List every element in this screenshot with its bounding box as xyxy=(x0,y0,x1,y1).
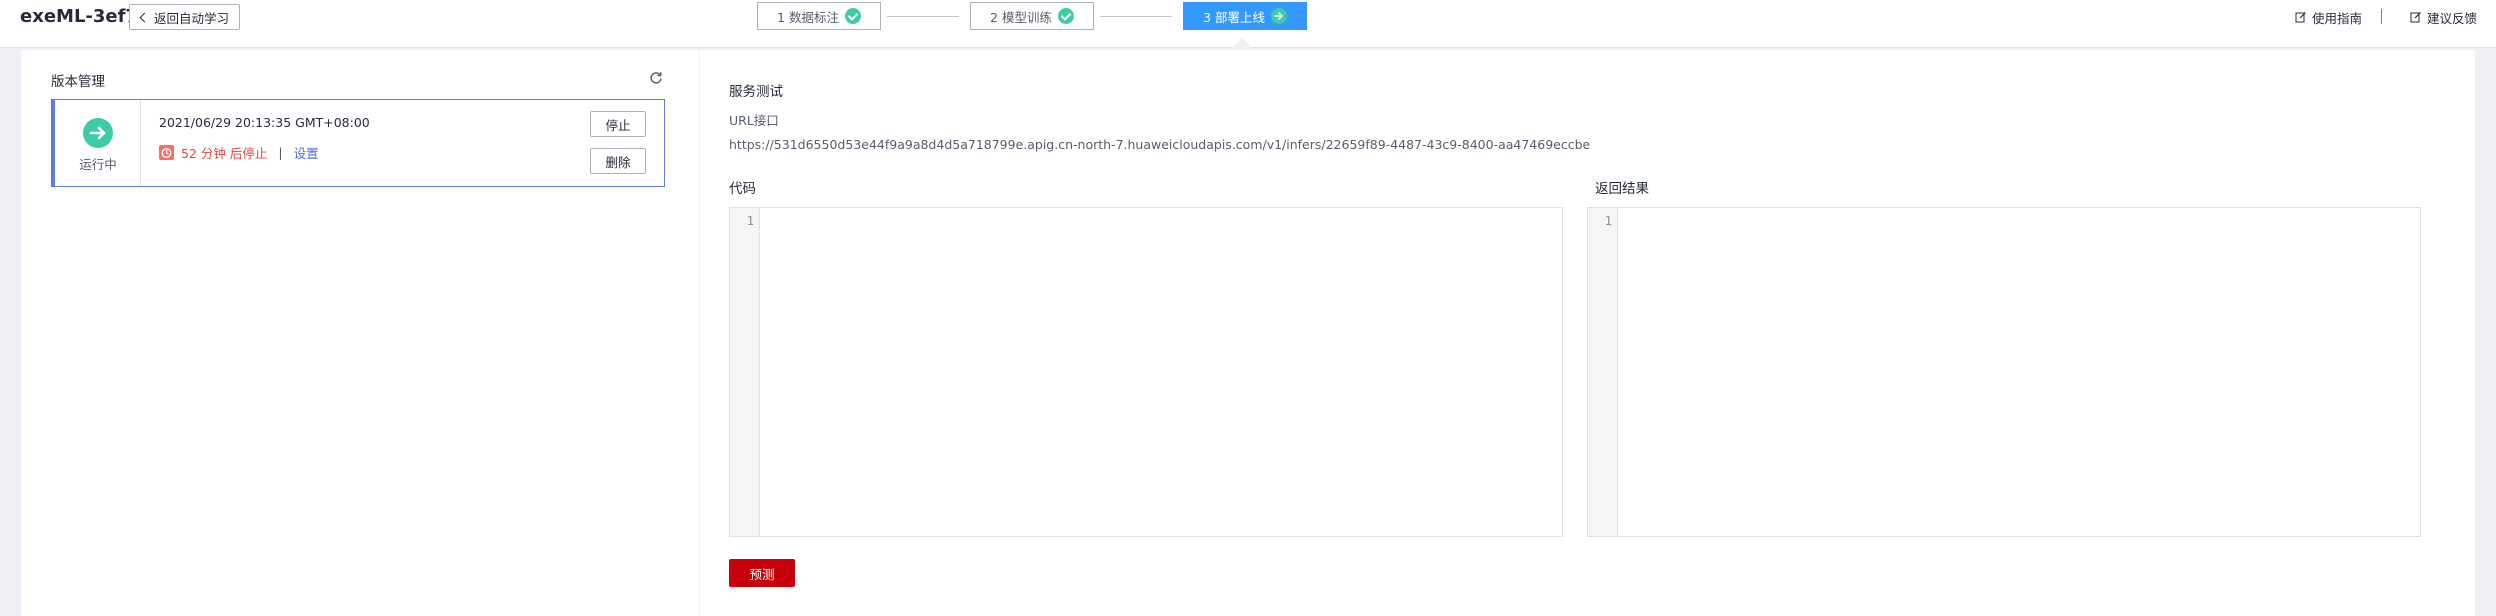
service-status: 运行中 xyxy=(55,100,141,186)
result-viewer[interactable]: 1 xyxy=(1587,207,2421,537)
auto-stop-settings-link[interactable]: 设置 xyxy=(294,143,319,162)
back-button-label: 返回自动学习 xyxy=(154,10,230,26)
result-label: 返回结果 xyxy=(1595,181,1649,197)
version-management-title: 版本管理 xyxy=(51,74,105,90)
code-label: 代码 xyxy=(729,181,756,197)
line-number: 1 xyxy=(1604,214,1612,228)
feedback-link[interactable]: 建议反馈 xyxy=(2410,8,2477,26)
version-timestamp: 2021/06/29 20:13:35 GMT+08:00 xyxy=(159,115,370,130)
version-card[interactable]: 运行中 2021/06/29 20:13:35 GMT+08:00 52 分钟 … xyxy=(51,99,665,187)
delete-button[interactable]: 删除 xyxy=(590,148,646,174)
predict-button[interactable]: 预测 xyxy=(729,559,795,587)
step-connector xyxy=(887,16,959,17)
step-data-labeling[interactable]: 1 数据标注 xyxy=(757,2,881,30)
user-guide-link[interactable]: 使用指南 xyxy=(2295,8,2362,26)
user-guide-label: 使用指南 xyxy=(2312,10,2363,26)
timer-icon xyxy=(159,145,174,160)
edit-doc-icon xyxy=(2295,12,2306,23)
service-test-title: 服务测试 xyxy=(729,84,783,100)
line-number: 1 xyxy=(746,214,754,228)
api-url: https://531d6550d53e44f9a9a8d4d5a718799e… xyxy=(729,137,1591,152)
feedback-label: 建议反馈 xyxy=(2427,10,2478,26)
service-test-panel: 服务测试 URL接口 https://531d6550d53e44f9a9a8d… xyxy=(700,50,2475,616)
separator: | xyxy=(278,145,283,160)
running-arrow-icon xyxy=(83,118,113,148)
line-number-gutter: 1 xyxy=(730,208,760,536)
auto-stop-row: 52 分钟 后停止 | 设置 xyxy=(159,143,319,162)
auto-stop-countdown: 52 分钟 后停止 xyxy=(181,146,268,161)
app-title: exeML-3ef7 xyxy=(20,6,138,27)
code-editor[interactable]: 1 xyxy=(729,207,1563,537)
status-label: 运行中 xyxy=(79,157,117,172)
step-label: 2 模型训练 xyxy=(990,9,1052,25)
refresh-icon[interactable] xyxy=(648,70,664,86)
line-number-gutter: 1 xyxy=(1588,208,1618,536)
check-circle-icon xyxy=(1057,8,1074,24)
step-model-training[interactable]: 2 模型训练 xyxy=(970,2,1094,30)
back-to-automl-button[interactable]: 返回自动学习 xyxy=(129,4,241,30)
step-label: 1 数据标注 xyxy=(777,9,839,25)
active-step-pointer xyxy=(1232,38,1252,48)
url-interface-label: URL接口 xyxy=(729,113,779,128)
feedback-icon xyxy=(2410,12,2421,23)
step-label: 3 部署上线 xyxy=(1203,9,1265,25)
check-circle-icon xyxy=(844,8,861,24)
header-divider xyxy=(2381,9,2382,24)
version-management-panel: 版本管理 运行中 2021/06/29 20:13:35 GMT+08:00 5… xyxy=(21,50,699,616)
chevron-left-icon xyxy=(139,12,150,22)
arrow-right-circle-icon xyxy=(1270,8,1287,24)
step-deploy[interactable]: 3 部署上线 xyxy=(1183,2,1307,30)
step-connector xyxy=(1100,16,1172,17)
stop-button[interactable]: 停止 xyxy=(590,111,646,137)
